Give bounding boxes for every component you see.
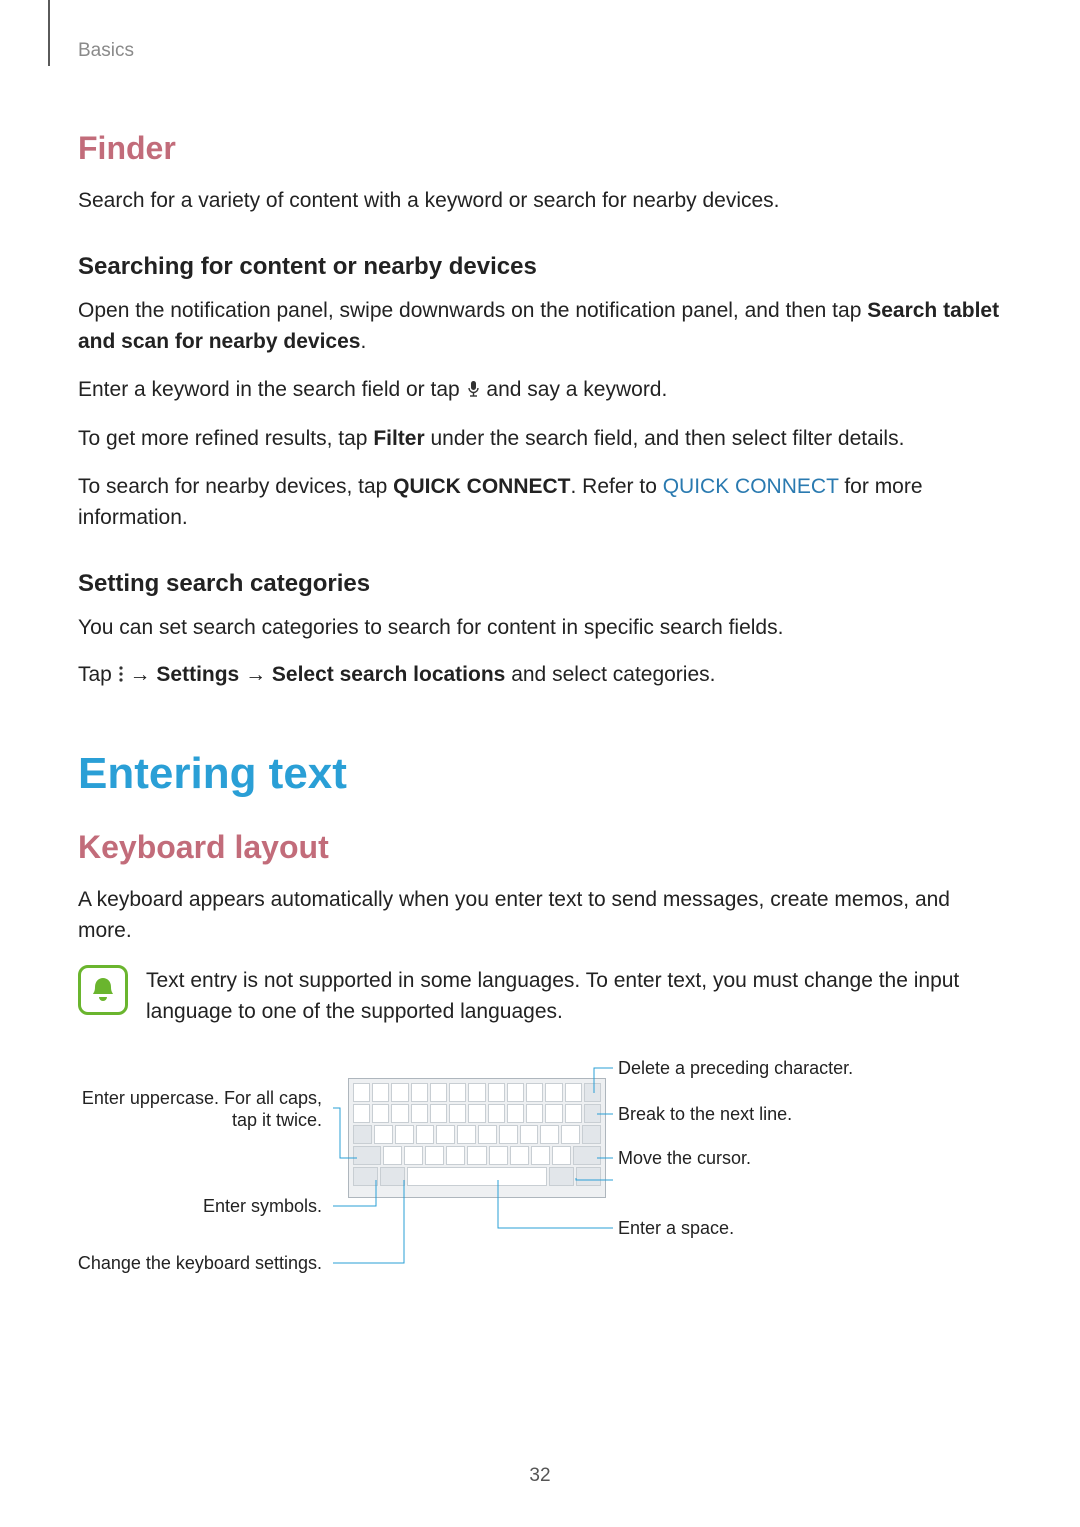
para-quick-connect: To search for nearby devices, tap QUICK … [78, 471, 1002, 534]
keyboard-intro: A keyboard appears automatically when yo… [78, 884, 1002, 947]
note-block: Text entry is not supported in some lang… [78, 965, 1002, 1028]
heading-entering-text: Entering text [78, 749, 1002, 799]
text: . Refer to [571, 475, 663, 498]
note-icon [78, 965, 128, 1015]
text: To get more refined results, tap [78, 427, 373, 450]
bold-quick-connect: QUICK CONNECT [393, 475, 570, 498]
label-settings: Change the keyboard settings. [78, 1253, 322, 1275]
header-bar: Basics [78, 40, 1002, 70]
subhead-categories: Setting search categories [78, 570, 1002, 598]
label-cursor: Move the cursor. [618, 1148, 751, 1170]
bold-filter: Filter [373, 427, 424, 450]
text: → [130, 663, 157, 686]
section-title-keyboard-layout: Keyboard layout [78, 829, 1002, 866]
label-symbols: Enter symbols. [203, 1196, 322, 1218]
para-open-panel: Open the notification panel, swipe downw… [78, 295, 1002, 358]
header-mark [48, 0, 50, 66]
text: Enter a keyword in the search field or t… [78, 378, 466, 401]
text: . [360, 330, 366, 353]
page-number: 32 [0, 1465, 1080, 1487]
keyboard-diagram: Delete a preceding character. Break to t… [78, 1058, 1002, 1318]
para-categories: You can set search categories to search … [78, 612, 1002, 644]
breadcrumb: Basics [78, 40, 134, 61]
label-delete: Delete a preceding character. [618, 1058, 853, 1080]
note-text: Text entry is not supported in some lang… [146, 965, 1002, 1028]
label-break: Break to the next line. [618, 1104, 792, 1126]
para-enter-keyword: Enter a keyword in the search field or t… [78, 374, 1002, 408]
bold-select-locations: Select search locations [272, 663, 505, 686]
section-title-finder: Finder [78, 130, 1002, 167]
label-caps-b: tap it twice. [232, 1110, 322, 1132]
finder-intro: Search for a variety of content with a k… [78, 185, 1002, 217]
para-filter: To get more refined results, tap Filter … [78, 423, 1002, 455]
text: Tap [78, 663, 118, 686]
microphone-icon [466, 376, 481, 408]
keyboard-graphic [348, 1078, 606, 1198]
text: under the search field, and then select … [425, 427, 905, 450]
more-options-icon [118, 661, 124, 693]
text: To search for nearby devices, tap [78, 475, 393, 498]
link-quick-connect[interactable]: QUICK CONNECT [663, 475, 839, 498]
text: Open the notification panel, swipe downw… [78, 299, 867, 322]
text: → [239, 663, 272, 686]
bold-settings: Settings [156, 663, 239, 686]
text: and select categories. [505, 663, 715, 686]
text: and say a keyword. [486, 378, 667, 401]
subhead-searching: Searching for content or nearby devices [78, 253, 1002, 281]
label-space: Enter a space. [618, 1218, 734, 1240]
para-tap-settings: Tap → Settings → Select search locations… [78, 659, 1002, 693]
label-caps-a: Enter uppercase. For all caps, [82, 1088, 322, 1110]
